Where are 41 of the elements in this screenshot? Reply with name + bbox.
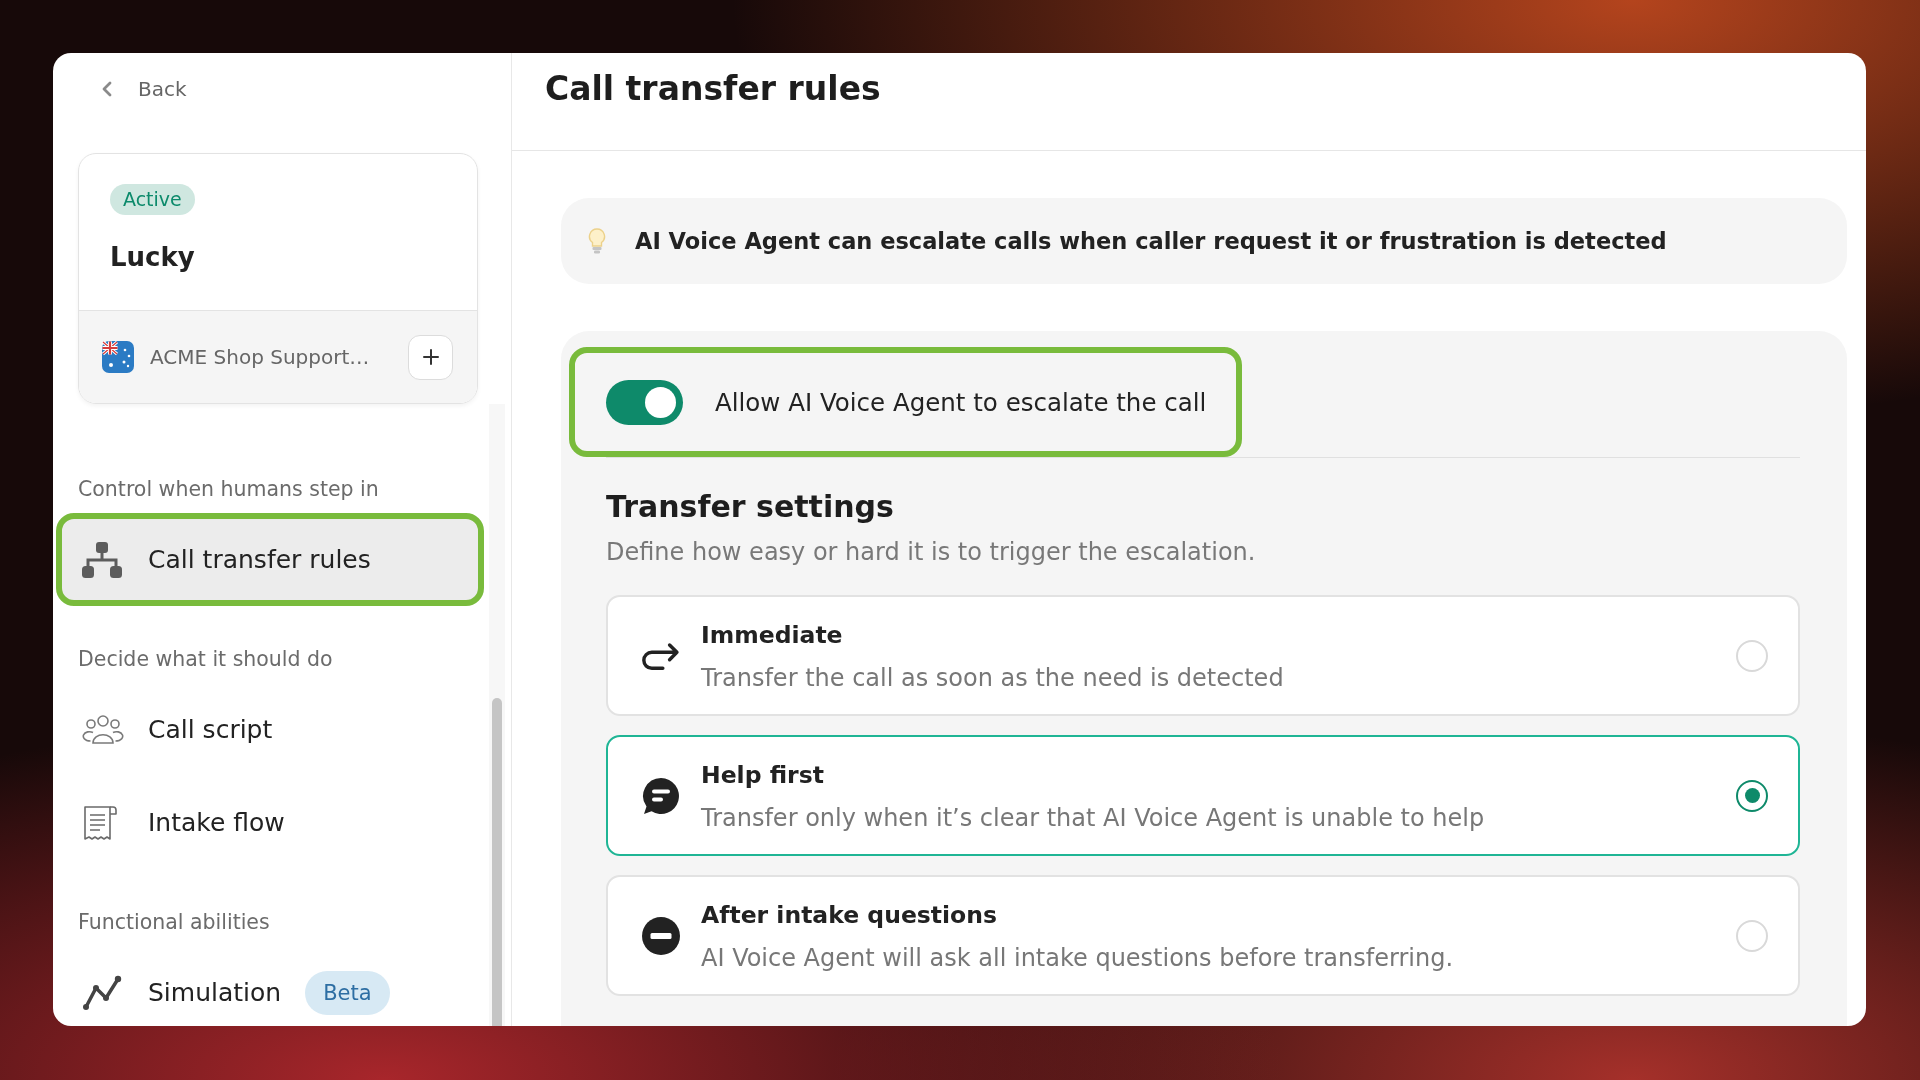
section-description: Define how easy or hard it is to trigger the escalation. (606, 538, 1256, 566)
nav-item[interactable]: Call transfer rules (56, 513, 484, 606)
plus-icon (422, 349, 439, 365)
minus-circle-icon (642, 916, 680, 955)
section-heading: Decide what it should do (78, 647, 334, 671)
hierarchy-icon (82, 541, 122, 578)
option-title: Immediate (701, 619, 843, 650)
option-description: AI Voice Agent will ask all intake questions before transferring. (701, 943, 1454, 972)
agent-name: Lucky (110, 241, 195, 274)
section-heading: Control when humans step in (78, 477, 380, 501)
people-group-icon (82, 714, 124, 745)
back-button[interactable]: Back (102, 77, 187, 101)
nav-item[interactable]: Intake flow (56, 790, 484, 855)
status-badge: Active (110, 184, 195, 215)
line-chart-icon (82, 974, 122, 1011)
tip-text: AI Voice Agent can escalate calls when caller request it or frustration is detected (635, 228, 1667, 254)
toggle-label: Allow AI Voice Agent to escalate the call (715, 387, 1207, 417)
lightbulb-icon (588, 228, 606, 254)
nav-item[interactable]: Simulation Beta (56, 960, 484, 1025)
option-card[interactable]: Help first Transfer only when it’s clear that AI Voice Agent is unable to help (606, 735, 1800, 856)
hook-arrow-icon (642, 640, 680, 671)
option-card[interactable]: After intake questions AI Voice Agent will ask all intake questions before transferring. (606, 875, 1800, 996)
option-card[interactable]: Immediate Transfer the call as soon as the need is detected (606, 595, 1800, 716)
add-button[interactable] (408, 334, 453, 380)
beta-badge: Beta (305, 970, 390, 1015)
flag-icon (102, 341, 134, 373)
scrollbar-thumb[interactable] (492, 698, 502, 1026)
option-description: Transfer only when it’s clear that AI Voice Agent is unable to help (701, 803, 1485, 832)
section-title: Transfer settings (606, 489, 894, 525)
chevron-left-icon (102, 81, 112, 97)
chat-bubble-icon (642, 776, 680, 815)
nav-item[interactable]: Call script (56, 697, 484, 762)
scrollbar-track[interactable] (489, 404, 505, 1026)
page-title: Call transfer rules (545, 69, 881, 109)
toggle-switch[interactable] (606, 379, 683, 425)
option-title: Help first (701, 759, 824, 790)
radio-button[interactable] (1736, 779, 1768, 812)
option-title: After intake questions (701, 899, 997, 930)
section-heading: Functional abilities (78, 910, 271, 934)
line-name: ACME Shop Support… (150, 345, 371, 369)
option-description: Transfer the call as soon as the need is detected (701, 663, 1284, 692)
